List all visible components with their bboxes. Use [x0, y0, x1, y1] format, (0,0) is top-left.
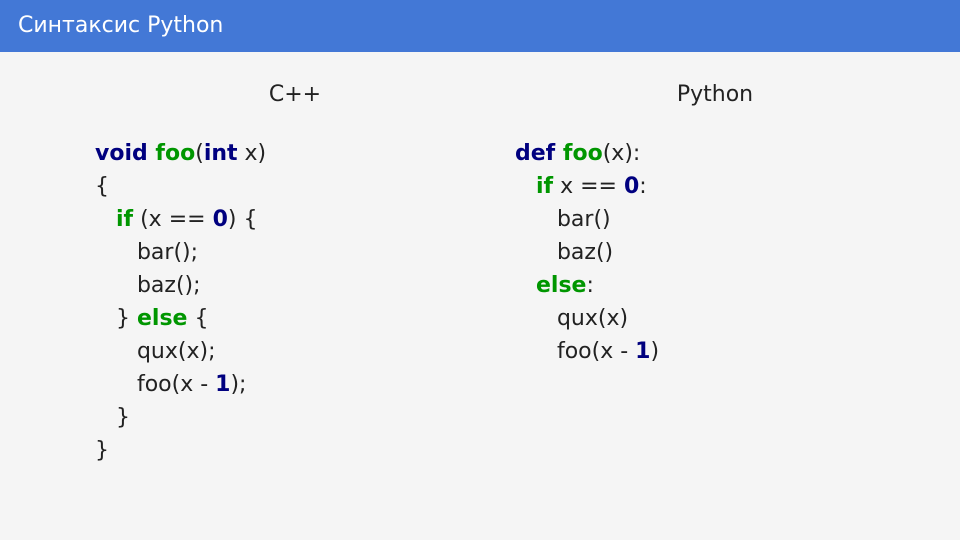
slide-header: Синтаксис Python — [0, 0, 960, 52]
label-cpp: C++ — [95, 82, 495, 107]
code-cpp: void foo(int x) { if (x == 0) { bar(); b… — [95, 137, 495, 467]
slide-body: C++ void foo(int x) { if (x == 0) { bar(… — [0, 52, 960, 540]
label-python: Python — [515, 82, 915, 107]
column-python: Python def foo(x): if x == 0: bar() baz(… — [515, 82, 915, 368]
code-python: def foo(x): if x == 0: bar() baz() else:… — [515, 137, 915, 368]
slide-title: Синтаксис Python — [18, 13, 223, 38]
column-cpp: C++ void foo(int x) { if (x == 0) { bar(… — [95, 82, 495, 467]
